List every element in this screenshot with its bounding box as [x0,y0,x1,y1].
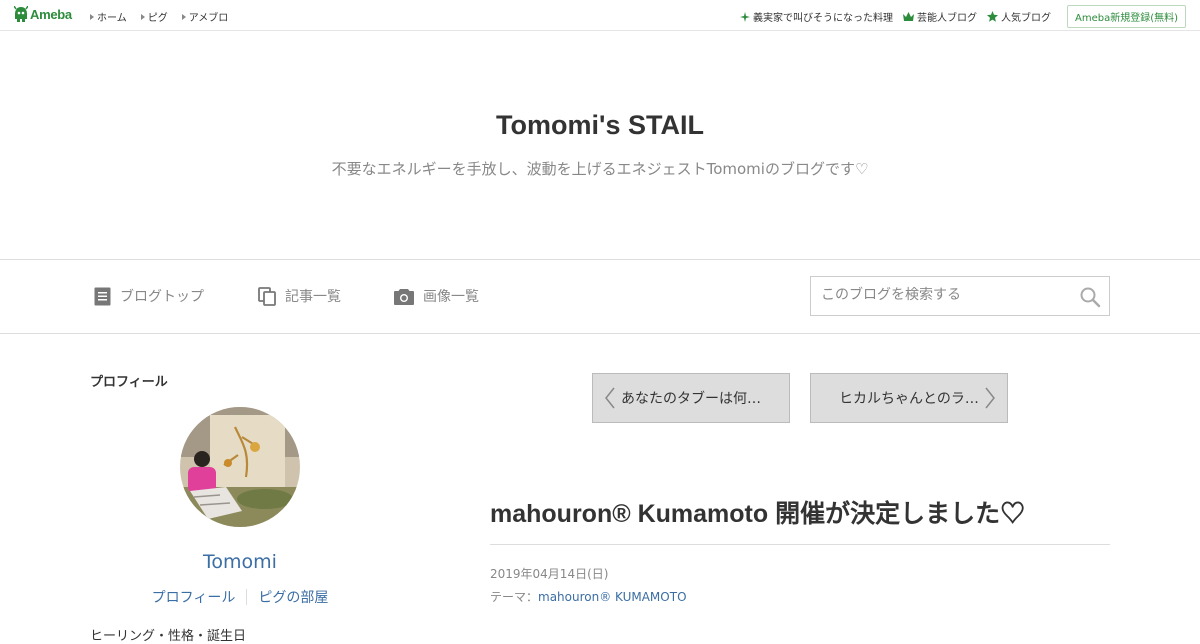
document-icon [94,287,111,305]
nav-image-list-label: 画像一覧 [423,289,479,305]
popular-blog-label: 人気ブログ [1000,13,1051,24]
article-theme: テーマ：mahouron® KUMAMOTO [490,588,687,605]
profile-link[interactable]: プロフィール [152,587,236,607]
nav-link-label: アメブロ [188,13,229,24]
nav-article-list-label: 記事一覧 [285,289,341,305]
ameba-logo-icon [14,6,28,22]
trending-link[interactable]: 義実家で叫びそうになった料理 [739,9,893,24]
crown-icon [902,12,914,21]
nav-link-label: ホーム [97,13,127,24]
previous-article-label: あなたのタブーは何… [621,391,761,407]
profile-heading: プロフィール [90,375,168,390]
ameba-logo[interactable]: Ameba [14,6,72,23]
caret-right-icon [140,13,145,20]
nav-blog-top[interactable]: ブログトップ [94,286,204,306]
trending-link-label: 義実家で叫びそうになった料理 [752,13,893,24]
blog-description: 不要なエネルギーを手放し、波動を上げるエネジェストTomomiのブログです♡ [331,160,869,178]
nav-blog-top-label: ブログトップ [120,289,204,305]
divider [246,589,248,605]
article-title[interactable]: mahouron® Kumamoto 開催が決定しました♡ [490,494,1110,530]
profile-description: ヒーリング・性格・誕生日 [90,629,247,644]
article-theme-link[interactable]: mahouron® KUMAMOTO [538,590,687,604]
celebrity-blog-link[interactable]: 芸能人ブログ [902,9,977,24]
sparkle-icon [739,11,750,22]
blog-nav: ブログトップ 記事一覧 画像一覧 [0,259,1200,334]
caret-right-icon [90,13,94,20]
nav-link-home[interactable]: ホーム [90,9,127,24]
header-right-links: 義実家で叫びそうになった料理 芸能人ブログ 人気ブログ Ameba新規登録(無料… [730,5,1186,28]
profile-links: プロフィール ピグの部屋 [90,587,390,607]
popular-blog-link[interactable]: 人気ブログ [986,9,1051,24]
star-icon [986,11,998,22]
signup-button[interactable]: Ameba新規登録(無料) [1066,5,1186,28]
nav-link-pigg[interactable]: ピグ [140,9,168,24]
nav-image-list[interactable]: 画像一覧 [394,286,479,306]
profile-photo [180,407,300,527]
global-nav: ホーム ピグ アメブロ [90,9,242,24]
blog-search [810,276,1110,316]
divider [490,544,1110,545]
chevron-right-icon [985,387,995,409]
article-date: 2019年04月14日(日) [490,567,609,581]
previous-article-button[interactable]: あなたのタブーは何… [592,373,790,423]
next-article-button[interactable]: ヒカルちゃんとのラ… [810,373,1008,423]
nav-article-list[interactable]: 記事一覧 [258,286,341,306]
chevron-left-icon [605,387,615,409]
avatar[interactable] [180,407,300,527]
article-theme-prefix: テーマ： [490,590,539,604]
camera-icon [394,288,414,305]
celebrity-blog-label: 芸能人ブログ [916,13,977,24]
copy-icon [258,286,276,306]
global-header: Ameba ホーム ピグ アメブロ 義実家で叫びそうになった料理 芸能人ブログ … [0,0,1200,31]
profile-name[interactable]: Tomomi [90,551,390,573]
blog-title[interactable]: Tomomi's STAIL [0,110,1200,141]
nav-link-label: ピグ [147,13,168,24]
search-icon[interactable] [1079,286,1101,308]
ameba-logo-text: Ameba [30,7,72,22]
pigg-room-link[interactable]: ピグの部屋 [258,587,328,607]
search-input[interactable] [811,277,1071,313]
caret-right-icon [181,13,186,20]
next-article-label: ヒカルちゃんとのラ… [839,391,979,407]
nav-link-ameblo[interactable]: アメブロ [181,9,229,24]
